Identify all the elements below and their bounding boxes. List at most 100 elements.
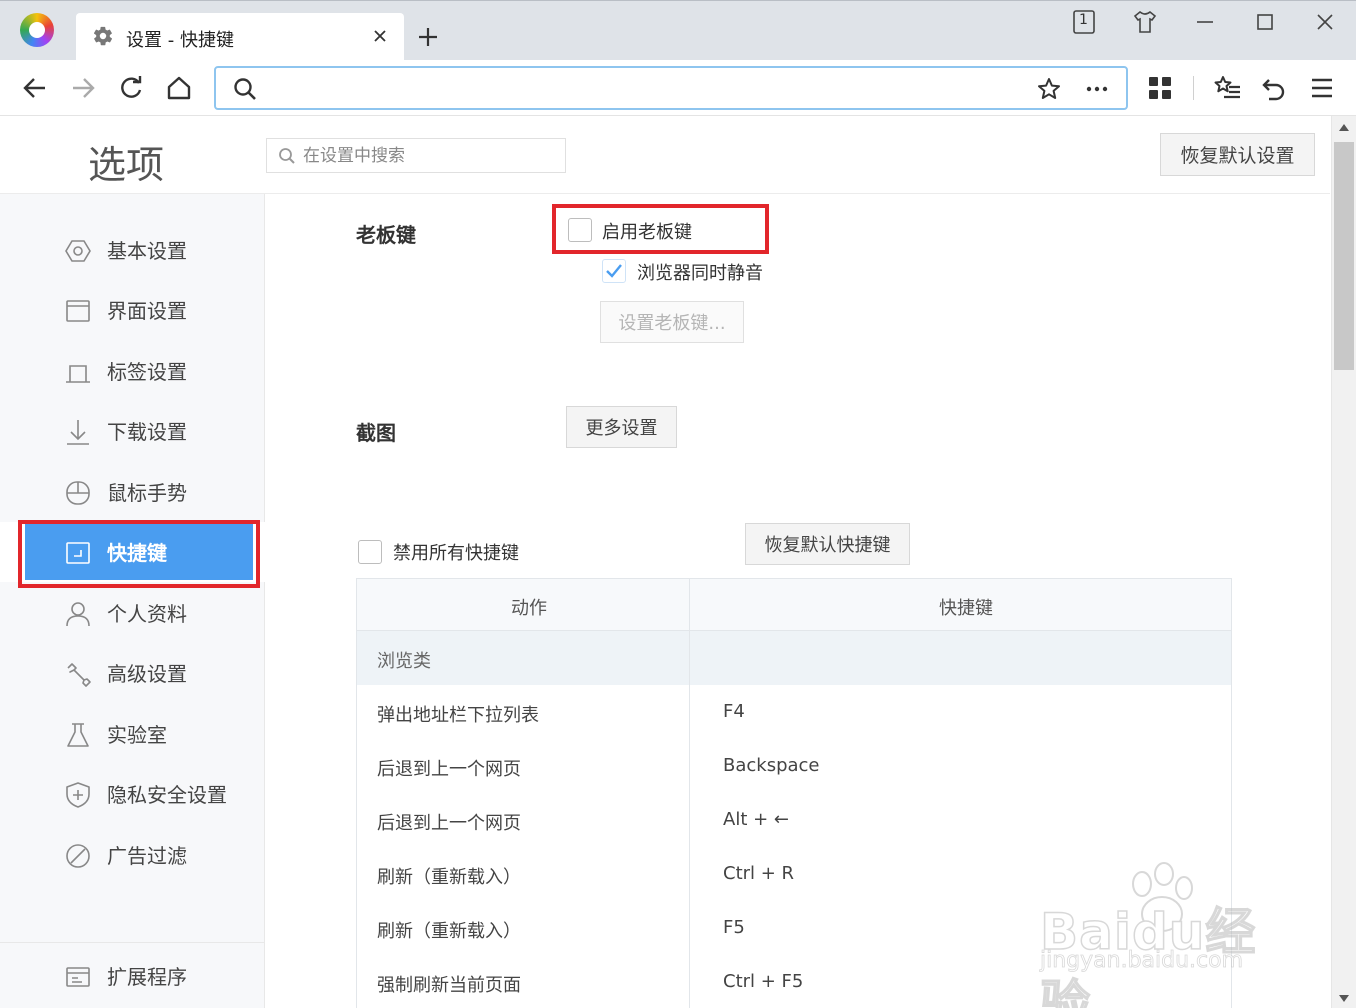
highlight-box-shortcuts bbox=[18, 520, 260, 588]
set-boss-key-button[interactable]: 设置老板键... bbox=[600, 301, 744, 343]
table-row[interactable]: 弹出地址栏下拉列表 F4 bbox=[357, 685, 1231, 739]
row-shortcut[interactable]: Alt + ← bbox=[723, 809, 789, 830]
navigation-toolbar bbox=[0, 60, 1356, 116]
sidebar-item-label: 下载设置 bbox=[107, 420, 187, 444]
sidebar-item-adblock[interactable]: 广告过滤 bbox=[0, 825, 265, 885]
sidebar-item-label: 个人资料 bbox=[107, 602, 187, 626]
sidebar-item-lab[interactable]: 实验室 bbox=[0, 704, 265, 764]
sidebar-item-label: 高级设置 bbox=[107, 662, 187, 686]
section-boss-key: 老板键 bbox=[356, 223, 416, 247]
back-arrow-icon[interactable] bbox=[21, 74, 49, 102]
settings-search-input[interactable] bbox=[303, 143, 558, 169]
block-icon bbox=[66, 844, 90, 868]
toolbar-separator bbox=[1193, 76, 1194, 100]
search-icon bbox=[234, 78, 256, 100]
row-shortcut[interactable]: F4 bbox=[723, 701, 745, 722]
disable-all-shortcuts-checkbox[interactable] bbox=[358, 540, 382, 564]
gear-icon bbox=[93, 26, 113, 46]
undo-close-tab-icon[interactable] bbox=[1260, 74, 1288, 102]
sidebar-item-advanced[interactable]: 高级设置 bbox=[0, 643, 265, 703]
search-icon bbox=[279, 148, 295, 164]
disable-all-shortcuts-label[interactable]: 禁用所有快捷键 bbox=[393, 539, 519, 565]
window-icon bbox=[66, 300, 90, 322]
row-action: 刷新（重新载入） bbox=[377, 921, 521, 942]
menu-hamburger-icon[interactable] bbox=[1308, 74, 1336, 102]
sidebar-item-tabs[interactable]: 标签设置 bbox=[0, 341, 265, 401]
bookmark-star-icon[interactable] bbox=[1036, 76, 1062, 102]
table-row[interactable]: 后退到上一个网页 Backspace bbox=[357, 739, 1231, 793]
maximize-icon[interactable] bbox=[1252, 9, 1278, 35]
sidebar-item-label: 鼠标手势 bbox=[107, 481, 187, 505]
tab-settings-shortcuts[interactable]: 设置 - 快捷键 bbox=[76, 13, 404, 61]
home-icon[interactable] bbox=[165, 74, 193, 102]
apps-grid-icon[interactable] bbox=[1146, 74, 1174, 102]
sidebar-item-label: 扩展程序 bbox=[107, 965, 187, 989]
settings-sidebar: 基本设置 界面设置 标签设置 下载设置 鼠标手势 快捷键 个人资料 高级设置 实… bbox=[0, 194, 266, 1008]
sidebar-divider bbox=[0, 942, 265, 943]
column-header-action: 动作 bbox=[511, 598, 547, 619]
watermark-url: jingyan.baidu.com bbox=[1040, 948, 1244, 974]
checkmark-icon bbox=[606, 264, 622, 278]
restore-default-shortcuts-button[interactable]: 恢复默认快捷键 bbox=[745, 523, 910, 565]
sidebar-item-privacy[interactable]: 隐私安全设置 bbox=[0, 764, 265, 824]
skin-shirt-icon[interactable] bbox=[1132, 9, 1158, 35]
row-action: 强制刷新当前页面 bbox=[377, 975, 521, 996]
group-label: 浏览类 bbox=[377, 651, 431, 672]
refresh-icon[interactable] bbox=[117, 74, 145, 102]
page-title: 选项 bbox=[88, 143, 165, 187]
tab-icon bbox=[66, 365, 90, 383]
title-bar: 设置 - 快捷键 1 bbox=[0, 0, 1356, 61]
wrench-icon bbox=[67, 663, 91, 687]
sidebar-item-basic[interactable]: 基本设置 bbox=[0, 220, 265, 280]
sidebar-item-interface[interactable]: 界面设置 bbox=[0, 280, 265, 340]
row-action: 后退到上一个网页 bbox=[377, 759, 521, 780]
column-header-shortcut: 快捷键 bbox=[939, 598, 993, 619]
sidebar-item-mouse-gesture[interactable]: 鼠标手势 bbox=[0, 462, 265, 522]
window-count-badge[interactable]: 1 bbox=[1071, 9, 1097, 35]
minimize-icon[interactable] bbox=[1192, 9, 1218, 35]
row-shortcut[interactable]: Ctrl + F5 bbox=[723, 971, 803, 992]
sidebar-item-profile[interactable]: 个人资料 bbox=[0, 583, 265, 643]
table-header: 动作 快捷键 bbox=[357, 579, 1231, 631]
window-count: 1 bbox=[1079, 12, 1088, 28]
screenshot-more-settings-button[interactable]: 更多设置 bbox=[566, 406, 677, 448]
favorites-list-icon[interactable] bbox=[1214, 74, 1242, 102]
scroll-up-arrow-icon[interactable] bbox=[1339, 124, 1349, 131]
download-icon bbox=[67, 420, 89, 445]
forward-arrow-icon[interactable] bbox=[69, 74, 97, 102]
shield-plus-icon bbox=[66, 782, 90, 808]
row-action: 刷新（重新载入） bbox=[377, 867, 521, 888]
table-row[interactable]: 后退到上一个网页 Alt + ← bbox=[357, 793, 1231, 847]
flask-icon bbox=[67, 723, 89, 747]
extensions-icon bbox=[66, 967, 90, 987]
more-dots-icon[interactable] bbox=[1084, 76, 1110, 102]
sidebar-item-extensions[interactable]: 扩展程序 bbox=[0, 946, 265, 1006]
user-icon bbox=[66, 602, 90, 627]
new-tab-plus-icon[interactable] bbox=[416, 25, 440, 49]
address-bar[interactable] bbox=[214, 66, 1128, 110]
settings-search-box[interactable] bbox=[266, 138, 566, 173]
scroll-thumb[interactable] bbox=[1334, 142, 1354, 370]
sidebar-item-label: 实验室 bbox=[107, 723, 167, 747]
mute-browser-label[interactable]: 浏览器同时静音 bbox=[637, 259, 763, 285]
sidebar-item-label: 标签设置 bbox=[107, 360, 187, 384]
row-shortcut[interactable]: Backspace bbox=[723, 755, 820, 776]
mute-browser-checkbox[interactable] bbox=[602, 259, 626, 283]
vertical-scrollbar[interactable] bbox=[1331, 116, 1356, 1008]
scroll-down-arrow-icon[interactable] bbox=[1339, 995, 1349, 1002]
sidebar-item-label: 基本设置 bbox=[107, 239, 187, 263]
browser-logo-icon[interactable] bbox=[20, 13, 54, 47]
address-input[interactable] bbox=[268, 74, 1028, 102]
restore-defaults-button[interactable]: 恢复默认设置 bbox=[1160, 133, 1315, 176]
sidebar-item-label: 广告过滤 bbox=[107, 844, 187, 868]
close-icon[interactable] bbox=[370, 26, 390, 46]
section-screenshot: 截图 bbox=[356, 421, 396, 445]
mouse-icon bbox=[66, 481, 90, 505]
row-shortcut[interactable]: F5 bbox=[723, 917, 745, 938]
sidebar-item-download[interactable]: 下载设置 bbox=[0, 401, 265, 461]
sidebar-item-label: 隐私安全设置 bbox=[107, 783, 227, 807]
window-close-icon[interactable] bbox=[1312, 9, 1338, 35]
highlight-box-boss-key bbox=[552, 204, 769, 254]
row-shortcut[interactable]: Ctrl + R bbox=[723, 863, 794, 884]
tab-title: 设置 - 快捷键 bbox=[126, 30, 234, 51]
